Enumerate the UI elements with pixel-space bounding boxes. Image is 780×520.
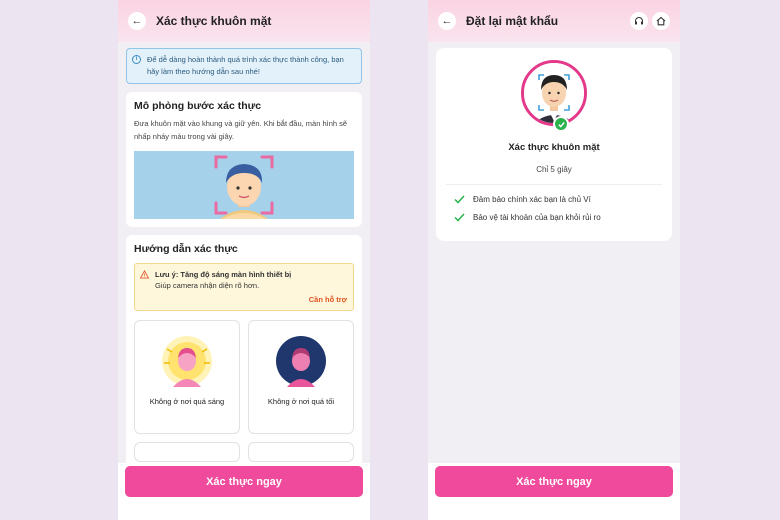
avatar-frame [521,60,587,126]
reset-password-screen: ← Đặt lại mật khẩu Xác thực khuôn mặt Ch… [428,0,680,520]
page-title: Đặt lại mật khẩu [466,14,559,28]
headset-icon [635,17,643,25]
info-banner: i Để dễ dàng hoàn thành quá trình xác th… [126,48,362,84]
guide-card: Hướng dẫn xác thực Lưu ý: Tăng độ sáng m… [126,235,362,470]
benefit-item: Đảm bảo chính xác bạn là chủ Ví [454,195,662,204]
guide-tiles: Không ở nơi quá sáng Không ở nơi quá tối [134,320,354,462]
warning-icon [139,269,150,282]
help-link[interactable]: Cần hỗ trợ [155,294,347,305]
verify-now-button[interactable]: Xác thực ngay [435,466,673,497]
divider [446,184,662,185]
verify-now-button[interactable]: Xác thực ngay [125,466,363,497]
dark-light-illustration [276,336,326,387]
support-button[interactable] [630,12,648,30]
bright-light-illustration [162,336,212,387]
back-arrow-icon: ← [441,15,453,27]
info-icon: i [132,55,141,64]
home-button[interactable] [652,12,670,30]
simulation-desc: Đưa khuôn mặt vào khung và giữ yên. Khi … [134,119,348,141]
verify-subtitle: Chỉ 5 giây [536,165,572,174]
benefit-text: Bảo vệ tài khoản của bạn khỏi rủi ro [473,213,601,222]
verified-badge [553,116,569,132]
app-header: ← Xác thực khuôn mặt [118,0,370,42]
back-button[interactable]: ← [438,12,456,30]
avatar [521,60,587,132]
simulation-title: Mô phỏng bước xác thực [134,100,262,112]
back-button[interactable]: ← [128,12,146,30]
tile-partial [134,442,240,462]
check-icon [557,121,565,128]
tile-label: Không ở nơi quá tối [267,397,335,406]
warning-text: Giúp camera nhận diện rõ hơn. [155,281,260,290]
warning-banner: Lưu ý: Tăng độ sáng màn hình thiết bị Gi… [134,263,354,311]
benefit-text: Đảm bảo chính xác bạn là chủ Ví [473,195,591,204]
page-title: Xác thực khuôn mặt [156,14,272,28]
tile-too-dark: Không ở nơi quá tối [248,320,354,434]
face-guide-screen: ← Xác thực khuôn mặt i Để dễ dàng hoàn t… [118,0,370,520]
home-icon [656,16,666,26]
face-frame-illustration [134,151,354,219]
tile-partial [248,442,354,462]
benefit-item: Bảo vệ tài khoản của bạn khỏi rủi ro [454,213,662,222]
face-simulation-image [134,151,354,219]
info-text: Để dễ dàng hoàn thành quá trình xác thực… [147,55,344,76]
warning-title: Lưu ý: Tăng độ sáng màn hình thiết bị [155,270,292,279]
verify-title: Xác thực khuôn mặt [508,142,600,153]
bottom-bar: Xác thực ngay [428,463,680,520]
tile-label: Không ở nơi quá sáng [149,397,225,406]
check-icon [454,195,465,204]
guide-title: Hướng dẫn xác thực [134,243,238,255]
check-icon [454,213,465,222]
simulation-card: Mô phỏng bước xác thực Đưa khuôn mặt vào… [126,92,362,227]
app-header: ← Đặt lại mật khẩu [428,0,680,42]
tile-too-bright: Không ở nơi quá sáng [134,320,240,434]
face-avatar-illustration [524,63,584,123]
bottom-bar: Xác thực ngay [118,463,370,520]
face-verify-card: Xác thực khuôn mặt Chỉ 5 giây Đảm bảo ch… [436,48,672,241]
back-arrow-icon: ← [131,15,143,27]
